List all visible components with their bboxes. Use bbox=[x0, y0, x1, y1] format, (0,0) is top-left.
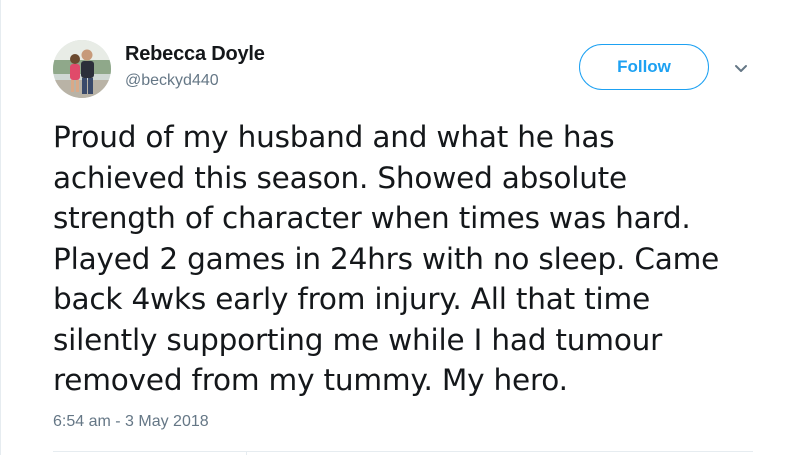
avatar-photo-icon bbox=[53, 40, 111, 98]
follow-button[interactable]: Follow bbox=[579, 44, 709, 90]
author-name[interactable]: Rebecca Doyle bbox=[125, 43, 265, 66]
more-options-button[interactable] bbox=[730, 58, 752, 80]
tweet-card: Rebecca Doyle @beckyd440 Follow Proud of… bbox=[0, 0, 801, 455]
chevron-down-icon bbox=[735, 65, 747, 72]
divider-tick bbox=[246, 451, 247, 455]
tweet-timestamp[interactable]: 6:54 am - 3 May 2018 bbox=[53, 413, 209, 431]
avatar[interactable] bbox=[53, 40, 111, 98]
author-handle[interactable]: @beckyd440 bbox=[125, 72, 219, 90]
divider bbox=[53, 451, 753, 452]
tweet-text: Proud of my husband and what he has achi… bbox=[53, 120, 720, 397]
